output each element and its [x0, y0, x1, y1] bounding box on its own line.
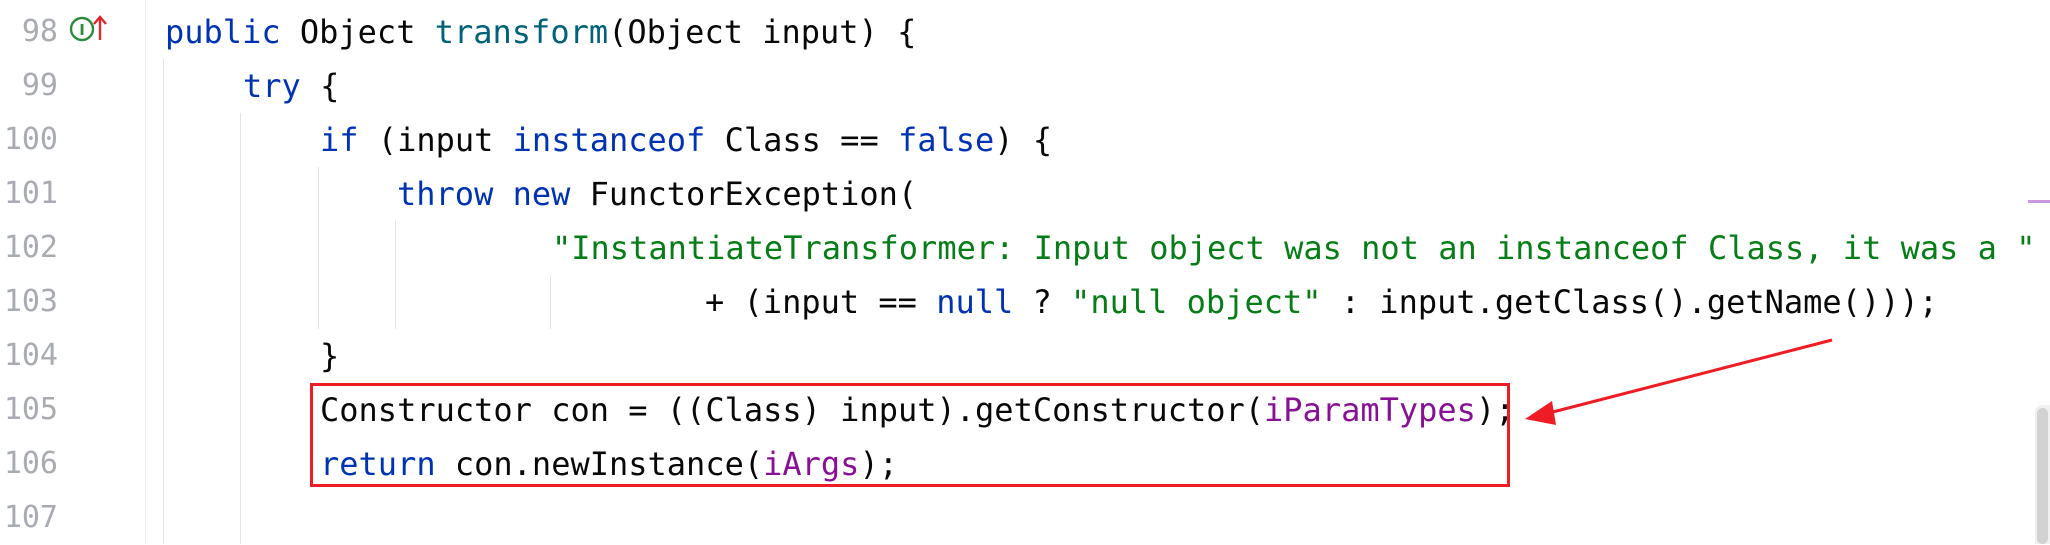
scrollbar-thumb[interactable] [2037, 408, 2048, 544]
code-editor[interactable]: 98 99 100 101 102 103 104 105 106 107 I … [0, 0, 2050, 544]
arrow-head [1525, 401, 1556, 425]
change-marker[interactable] [2028, 200, 2050, 203]
arrow-line [1544, 338, 1833, 416]
annotation-arrow [1525, 338, 1833, 425]
